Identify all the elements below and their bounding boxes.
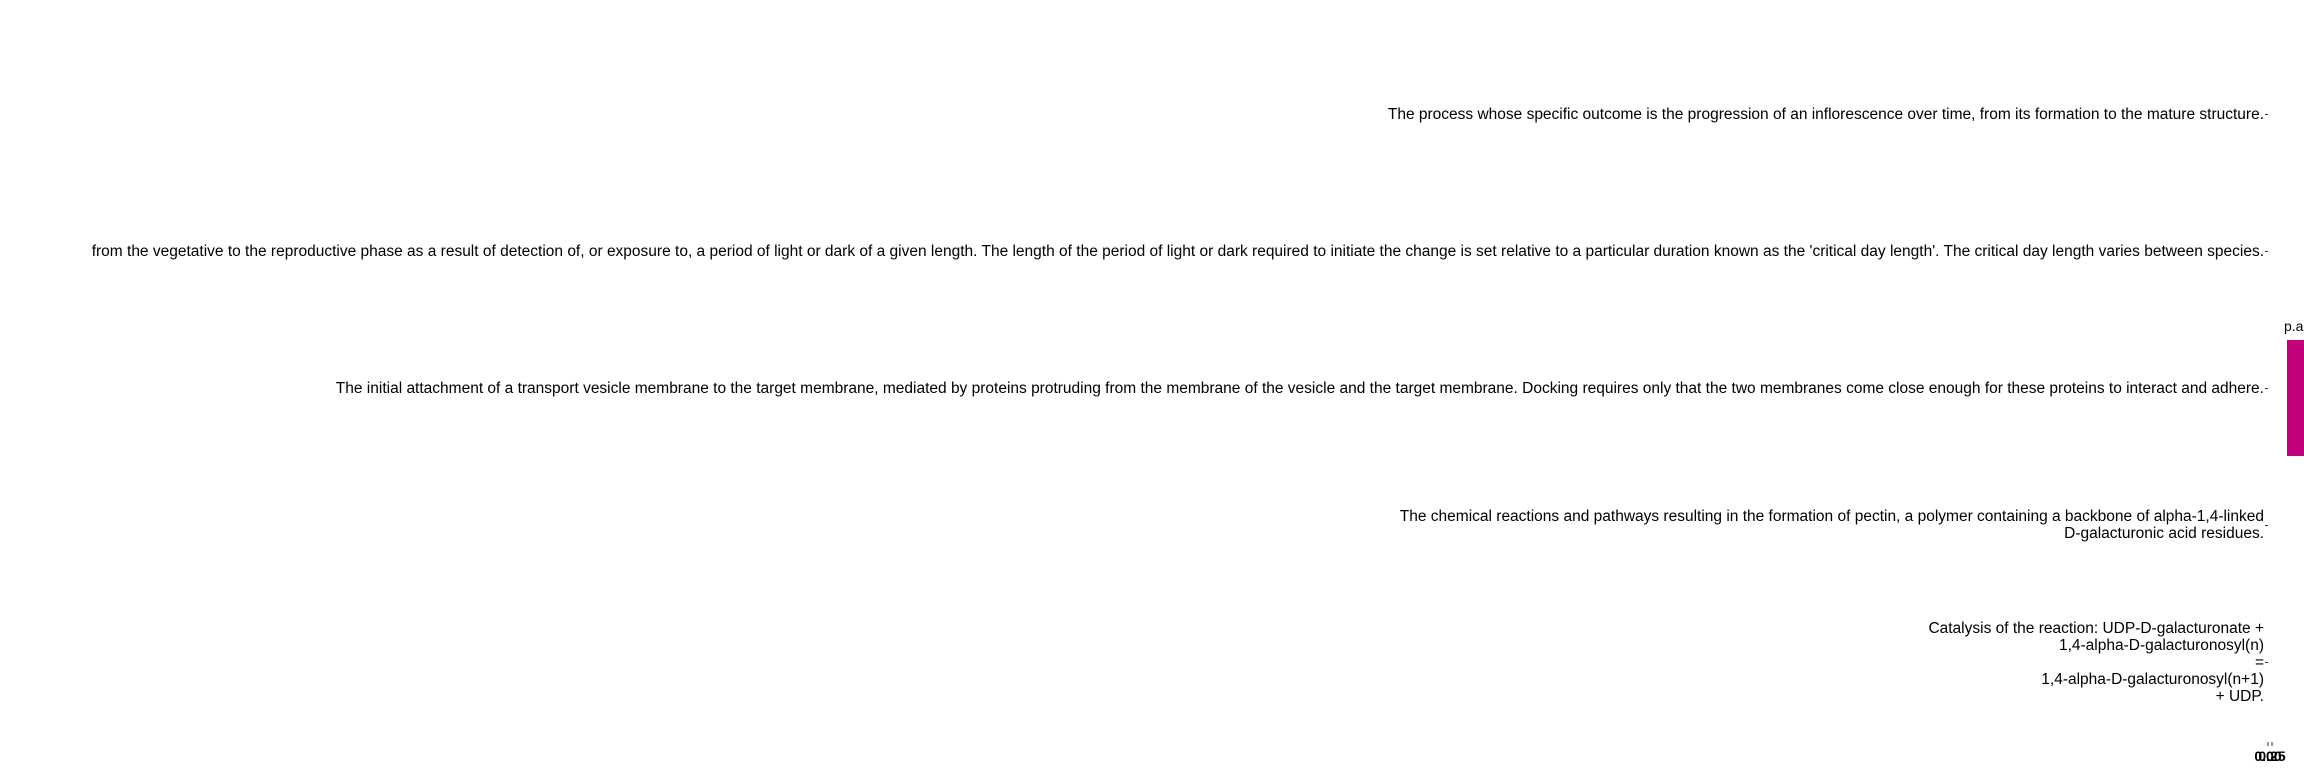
y-tick-label-line: + UDP. — [2215, 687, 2264, 705]
legend-colorbar — [2287, 340, 2304, 456]
y-tick-label-line: The process whose specific outcome is th… — [1387, 105, 2264, 123]
y-tick-mark — [2265, 662, 2268, 663]
y-tick-label: The initial attachment of a transport ve… — [336, 380, 2264, 397]
y-tick-label: from the vegetative to the reproductive … — [92, 243, 2264, 260]
y-tick-label-line: Catalysis of the reaction: UDP-D-galactu… — [1928, 619, 2264, 637]
y-tick-label-line: 1,4-alpha-D-galacturonosyl(n+1) — [2041, 670, 2264, 688]
y-tick-label: Catalysis of the reaction: UDP-D-galactu… — [1928, 620, 2264, 705]
y-tick-mark — [2265, 388, 2268, 389]
y-tick-label-line: 1,4-alpha-D-galacturonosyl(n) — [2058, 636, 2264, 654]
y-tick-mark — [2265, 525, 2268, 526]
y-tick-label-line: The chemical reactions and pathways resu… — [1399, 508, 2264, 525]
y-tick-label: The process whose specific outcome is th… — [1388, 106, 2264, 123]
y-tick-mark — [2265, 114, 2268, 115]
y-tick-label-line: D-galacturonic acid residues. — [2064, 525, 2264, 542]
y-tick-label-line: The initial attachment of a transport ve… — [335, 379, 2264, 397]
y-tick-label: The chemical reactions and pathways resu… — [1400, 508, 2264, 542]
x-tick-label: 0.25 — [2258, 748, 2286, 764]
legend-title: p.adj — [2284, 318, 2304, 334]
y-tick-label-line: = — [2254, 653, 2264, 671]
y-tick-mark — [2265, 251, 2268, 252]
y-tick-label-line: from the vegetative to the reproductive … — [91, 242, 2264, 260]
